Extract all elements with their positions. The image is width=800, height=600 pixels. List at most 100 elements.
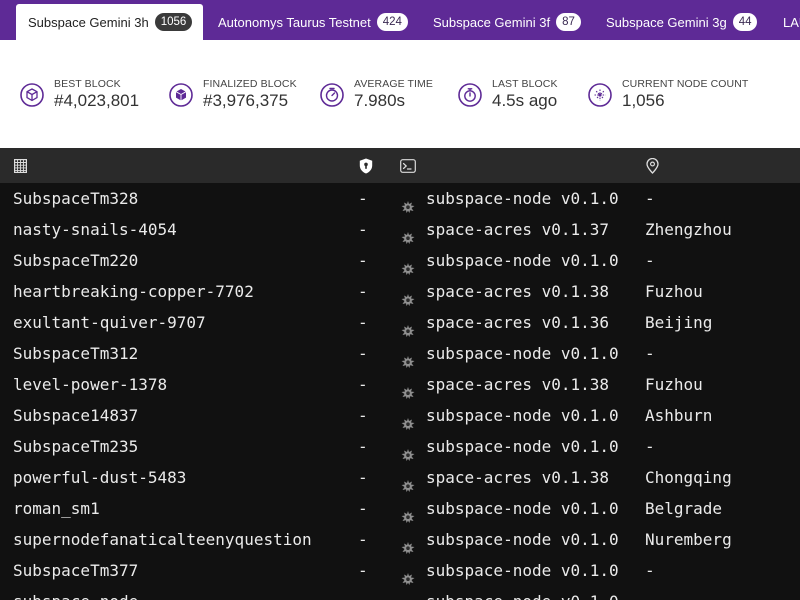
tab-subspace-gemini-3f[interactable]: Subspace Gemini 3f 87: [433, 4, 581, 40]
stat-last-block: LAST BLOCK 4.5s ago: [458, 78, 558, 111]
validator-value: -: [358, 313, 368, 332]
stat-current-node-count: CURRENT NODE COUNT 1,056: [588, 78, 748, 111]
implementation-logo-icon: [400, 255, 416, 275]
stat-value: 1,056: [622, 91, 665, 110]
network-icon: [588, 83, 612, 107]
table-row[interactable]: SubspaceTm377 - subspace-node v0.1.0 -: [0, 555, 800, 586]
tab-truncated[interactable]: LAU: [783, 4, 800, 40]
chain-stats: BEST BLOCK #4,023,801 FINALIZED BLOCK #3…: [0, 40, 800, 148]
table-row[interactable]: nasty-snails-4054 - space-acres v0.1.37 Zhe…: [0, 214, 800, 245]
implementation-version: space-acres v0.1.38: [426, 375, 610, 394]
node-location: Belgrade: [645, 499, 723, 518]
node-location: Fuzhou: [645, 282, 703, 301]
stat-value: 4.5s ago: [492, 91, 558, 110]
tab-label: Autonomys Taurus Testnet: [218, 14, 371, 30]
table-row[interactable]: Subspace14837 - subspace-node v0.1.0 Ashbur…: [0, 400, 800, 431]
node-name: SubspaceTm220: [13, 251, 139, 270]
table-row[interactable]: SubspaceTm312 - subspace-node v0.1.0 -: [0, 338, 800, 369]
implementation-version: subspace-node v0.1.0: [426, 499, 619, 518]
tab-subspace-gemini-3h[interactable]: Subspace Gemini 3h 1056: [16, 4, 204, 40]
node-name: heartbreaking-copper-7702: [13, 282, 254, 301]
implementation-logo-icon: [400, 286, 416, 306]
node-name: powerful-dust-5483: [13, 468, 187, 487]
validator-value: -: [358, 344, 368, 363]
column-implementation[interactable]: [400, 148, 416, 183]
table-row[interactable]: SubspaceTm328 - subspace-node v0.1.0 -: [0, 183, 800, 214]
cube-filled-icon: [169, 83, 193, 107]
implementation-version: subspace-node v0.1.0: [426, 530, 619, 549]
network-tabs: Subspace Gemini 3h 1056 Autonomys Taurus…: [0, 0, 800, 40]
stat-value: 7.980s: [354, 91, 406, 110]
implementation-version: subspace-node v0.1.0: [426, 189, 619, 208]
validator-value: -: [358, 375, 368, 394]
implementation-logo-icon: [400, 503, 416, 523]
implementation-logo-icon: [400, 472, 416, 492]
tab-node-count-badge: 44: [732, 13, 758, 31]
column-node-name[interactable]: [14, 148, 27, 183]
implementation-logo-icon: [400, 379, 416, 399]
validator-value: -: [358, 530, 368, 549]
implementation-logo-icon: [400, 317, 416, 337]
tab-subspace-gemini-3g[interactable]: Subspace Gemini 3g 44: [606, 4, 758, 40]
tab-node-count-badge: 424: [376, 13, 408, 31]
implementation-logo-icon: [400, 565, 416, 585]
stat-label: BEST BLOCK: [54, 78, 121, 90]
table-row[interactable]: roman_sm1 - subspace-node v0.1.0 Belgrade: [0, 493, 800, 524]
stat-average-time: AVERAGE TIME 7.980s: [320, 78, 433, 111]
node-location: Fuzhou: [645, 375, 703, 394]
implementation-logo-icon: [400, 441, 416, 461]
table-row[interactable]: level-power-1378 - space-acres v0.1.38 Fuzh…: [0, 369, 800, 400]
table-row[interactable]: powerful-dust-5483 - space-acres v0.1.38 Ch…: [0, 462, 800, 493]
implementation-version: subspace-node v0.1.0: [426, 586, 619, 600]
stat-label: CURRENT NODE COUNT: [622, 78, 749, 90]
implementation-version: space-acres v0.1.38: [426, 468, 610, 487]
server-icon: [14, 158, 27, 173]
node-name: SubspaceTm328: [13, 189, 139, 208]
validator-value: -: [358, 282, 368, 301]
node-location: Beijing: [645, 313, 713, 332]
node-name: exultant-quiver-9707: [13, 313, 206, 332]
stat-value: #4,023,801: [54, 91, 140, 110]
table-row[interactable]: supernodefanaticalteenyquestion - subspace…: [0, 524, 800, 555]
implementation-version: space-acres v0.1.37: [426, 220, 610, 239]
node-location: Ashburn: [645, 406, 713, 425]
stat-label: FINALIZED BLOCK: [203, 78, 297, 90]
table-row[interactable]: heartbreaking-copper-7702 - space-acres v0…: [0, 276, 800, 307]
node-table: SubspaceTm328- subspace-node v0.1.0- nasty…: [0, 148, 800, 600]
node-name: Subspace14837: [13, 406, 139, 425]
timer-icon: [320, 83, 344, 107]
validator-value: -: [358, 468, 368, 487]
node-location: -: [645, 586, 655, 600]
node-location: Nuremberg: [645, 530, 732, 549]
node-location: -: [645, 561, 655, 580]
node-name: SubspaceTm235: [13, 437, 139, 456]
tab-autonomys-taurus-testnet[interactable]: Autonomys Taurus Testnet 424: [218, 4, 408, 40]
cube-outline-icon: [20, 83, 44, 107]
node-name: supernodefanaticalteenyquestion: [13, 530, 312, 549]
node-name: subspace-node: [13, 586, 138, 600]
table-row[interactable]: SubspaceTm235 - subspace-node v0.1.0 -: [0, 431, 800, 462]
stat-best-block: BEST BLOCK #4,023,801: [20, 78, 139, 111]
table-row[interactable]: subspace-node - subspace-node v0.1.0 -: [0, 586, 800, 600]
node-location: Zhengzhou: [645, 220, 732, 239]
location-pin-icon: [646, 157, 659, 174]
implementation-logo-icon: [400, 348, 416, 368]
stat-label: AVERAGE TIME: [354, 78, 433, 90]
table-row[interactable]: exultant-quiver-9707 - space-acres v0.1.36…: [0, 307, 800, 338]
validator-value: -: [358, 499, 368, 518]
column-location[interactable]: [646, 148, 659, 183]
implementation-version: subspace-node v0.1.0: [426, 406, 619, 425]
node-location: -: [645, 344, 655, 363]
implementation-logo-icon: [400, 193, 416, 213]
tab-label: Subspace Gemini 3f: [433, 14, 551, 30]
tab-node-count-badge: 1056: [154, 13, 193, 31]
node-location: Chongqing: [645, 468, 732, 487]
column-validator[interactable]: [359, 148, 373, 183]
node-name: level-power-1378: [13, 375, 168, 394]
implementation-version: space-acres v0.1.38: [426, 282, 610, 301]
tab-label: Subspace Gemini 3h: [28, 14, 149, 30]
table-header: [0, 148, 800, 183]
implementation-logo-icon: [400, 410, 416, 430]
tab-label: LAU: [783, 14, 800, 30]
table-row[interactable]: SubspaceTm220 - subspace-node v0.1.0 -: [0, 245, 800, 276]
